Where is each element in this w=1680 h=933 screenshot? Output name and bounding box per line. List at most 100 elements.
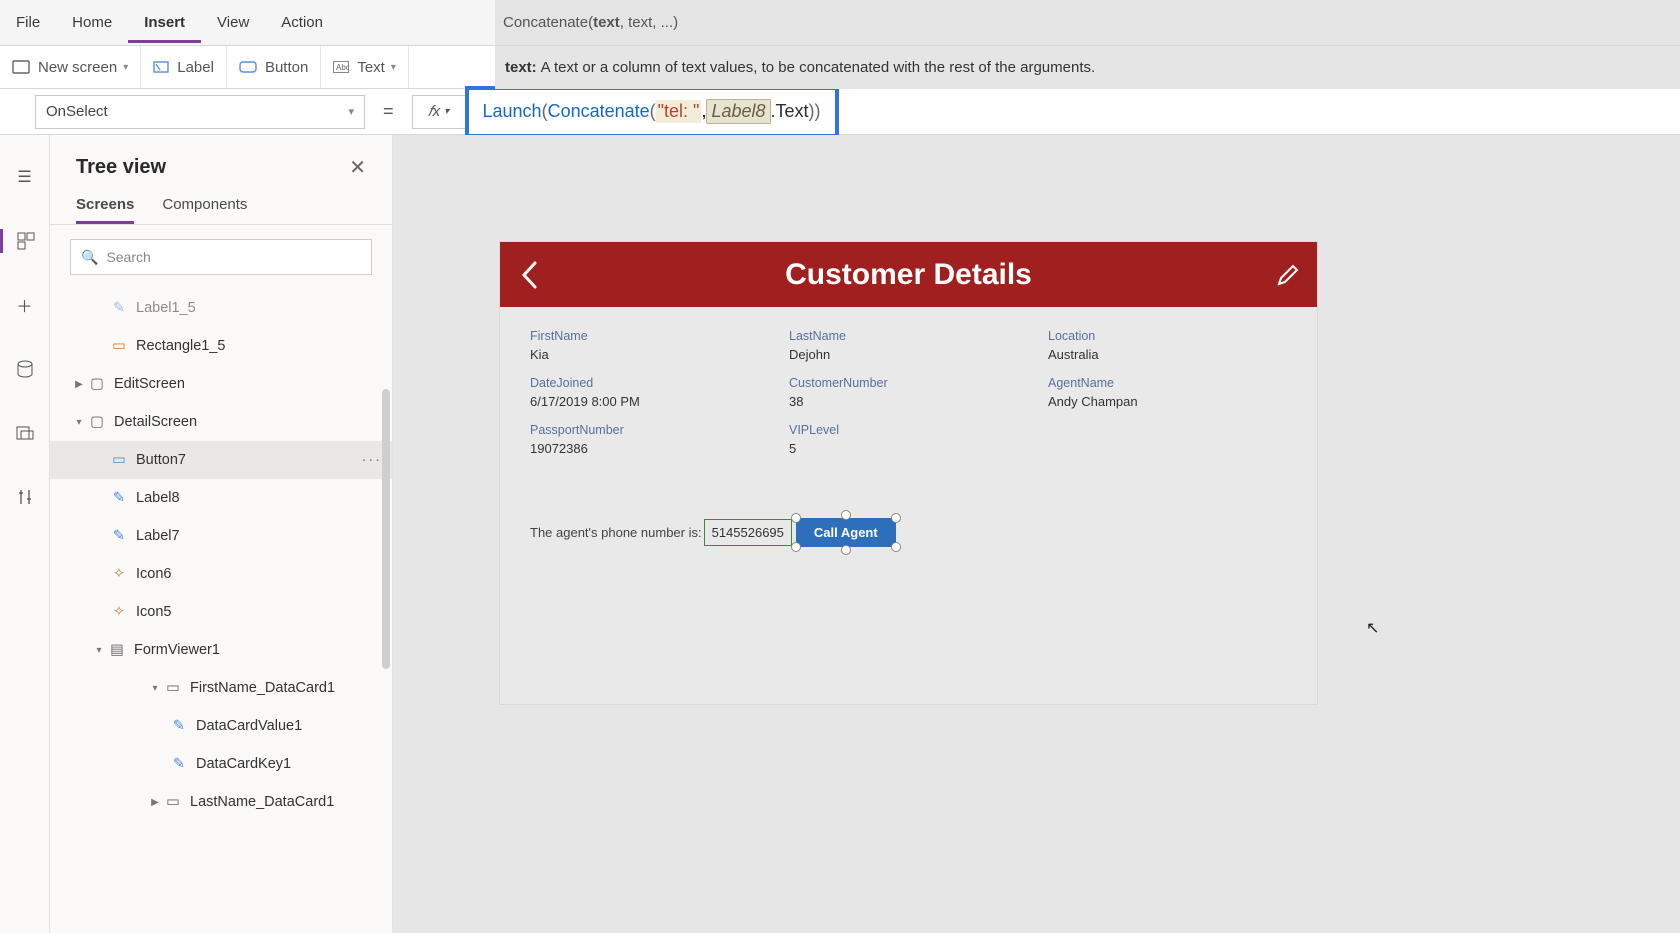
formula-token-prop: .Text [771, 101, 809, 122]
tree-item-detailscreen[interactable]: ▾ ▢ DetailScreen [50, 403, 392, 441]
call-agent-button[interactable]: Call Agent [796, 518, 896, 547]
tree-item-label: FormViewer1 [134, 642, 220, 658]
sig-params-rest: , text, ...) [620, 14, 678, 31]
tree-item-firstname-datacard1[interactable]: ▾ ▭ FirstName_DataCard1 [50, 669, 392, 707]
field-label-viplevel: VIPLevel [789, 419, 1028, 437]
field-label-lastname: LastName [789, 325, 1028, 343]
menu-action[interactable]: Action [265, 2, 339, 43]
equals-sign: = [365, 101, 412, 122]
tree-item-datacardkey1[interactable]: ✎ DataCardKey1 [50, 745, 392, 783]
chevron-down-icon[interactable]: ▾ [70, 417, 88, 428]
edit-icon[interactable] [1259, 262, 1317, 288]
advanced-tools-icon[interactable] [13, 485, 37, 509]
insert-label-button[interactable]: Label [141, 46, 227, 88]
tree-item-label: LastName_DataCard1 [190, 794, 334, 810]
tree-item-label: DataCardKey1 [196, 756, 291, 772]
chevron-down-icon: ▾ [348, 105, 354, 118]
insert-button-text: Button [265, 59, 308, 76]
tree-list[interactable]: ✎ Label1_5 ▭ Rectangle1_5 ▶ ▢ EditScreen… [50, 289, 392, 909]
resize-handle[interactable] [791, 542, 801, 552]
formula-token-string: "tel: " [656, 100, 702, 123]
app-screen: Customer Details FirstName LastName Loca… [500, 242, 1317, 704]
chevron-right-icon[interactable]: ▶ [146, 797, 164, 808]
ribbon: New screen ▾ Label Button Abc Text ▾ [0, 46, 495, 89]
chevron-right-icon[interactable]: ▶ [70, 379, 88, 390]
datacard-icon: ▭ [164, 794, 182, 810]
menu-insert[interactable]: Insert [128, 2, 201, 43]
field-value-datejoined: 6/17/2019 8:00 PM [530, 394, 769, 415]
phone-label: The agent's phone number is: [530, 525, 702, 540]
details-grid: FirstName LastName Location Kia Dejohn A… [530, 325, 1287, 462]
tree-item-label: Button7 [136, 452, 186, 468]
formula-token-ref: Label8 [706, 99, 770, 124]
tree-view-icon[interactable] [0, 229, 50, 253]
button-icon [239, 60, 257, 74]
field-value-viplevel: 5 [789, 441, 1028, 462]
tree-item-lastname-datacard1[interactable]: ▶ ▭ LastName_DataCard1 [50, 783, 392, 821]
resize-handle[interactable] [841, 545, 851, 555]
insert-label-text: Label [177, 59, 214, 76]
tree-item-icon6[interactable]: ✧ Icon6 [50, 555, 392, 593]
formula-token-concat: Concatenate [548, 101, 650, 122]
phone-row: The agent's phone number is: 5145526695 … [530, 518, 1287, 547]
tree-search-input[interactable]: 🔍 Search [70, 239, 372, 275]
insert-text-button[interactable]: Abc Text ▾ [321, 46, 409, 88]
menu-home[interactable]: Home [56, 2, 128, 43]
text-icon: Abc [333, 61, 349, 73]
tree-item-icon5[interactable]: ✧ Icon5 [50, 593, 392, 631]
tab-components[interactable]: Components [162, 196, 247, 224]
icon-icon: ✧ [110, 566, 128, 582]
close-icon[interactable]: ✕ [349, 155, 366, 180]
resize-handle[interactable] [791, 513, 801, 523]
tree-item-datacardvalue1[interactable]: ✎ DataCardValue1 [50, 707, 392, 745]
menu-view[interactable]: View [201, 2, 265, 43]
field-label-agentname: AgentName [1048, 372, 1287, 390]
field-value-lastname: Dejohn [789, 347, 1028, 368]
data-icon[interactable] [13, 357, 37, 381]
tree-item-label: DataCardValue1 [196, 718, 302, 734]
more-icon[interactable]: ··· [362, 452, 383, 468]
parameter-hint: text: A text or a column of text values,… [495, 46, 1680, 89]
scrollbar-thumb[interactable] [382, 389, 390, 669]
fx-button[interactable]: 𝑓x ▾ [412, 95, 469, 129]
resize-handle[interactable] [891, 513, 901, 523]
tree-item-formviewer1[interactable]: ▾ ▤ FormViewer1 [50, 631, 392, 669]
tree-item-label: Rectangle1_5 [136, 338, 226, 354]
search-icon: 🔍 [81, 249, 98, 266]
resize-handle[interactable] [891, 542, 901, 552]
formula-bar[interactable]: Launch(Concatenate("tel: ", Label8.Text)… [465, 86, 839, 138]
formula-token-launch: Launch [483, 101, 542, 122]
tree-item-label8[interactable]: ✎ Label8 [50, 479, 392, 517]
tree-item-editscreen[interactable]: ▶ ▢ EditScreen [50, 365, 392, 403]
resize-handle[interactable] [841, 510, 851, 520]
tree-item-label7[interactable]: ✎ Label7 [50, 517, 392, 555]
new-screen-button[interactable]: New screen ▾ [0, 46, 141, 88]
tree-item-rectangle1-5[interactable]: ▭ Rectangle1_5 [50, 327, 392, 365]
svg-text:Abc: Abc [336, 63, 349, 72]
param-name: text: [505, 59, 537, 76]
insert-icon[interactable]: ＋ [13, 293, 37, 317]
insert-text-label: Text [357, 59, 385, 76]
canvas[interactable]: Customer Details FirstName LastName Loca… [393, 135, 1680, 933]
back-icon[interactable] [500, 260, 558, 290]
tree-item-label: Label7 [136, 528, 180, 544]
insert-button-button[interactable]: Button [227, 46, 321, 88]
icon-icon: ✧ [110, 604, 128, 620]
chevron-down-icon[interactable]: ▾ [146, 683, 164, 694]
call-agent-selection[interactable]: Call Agent [796, 518, 896, 547]
label-icon: ✎ [170, 718, 188, 734]
media-icon[interactable] [13, 421, 37, 445]
hamburger-icon[interactable]: ☰ [13, 165, 37, 189]
formula-hint-area: Concatenate( text , text, ...) [495, 0, 1680, 46]
tree-item-label1-5[interactable]: ✎ Label1_5 [50, 289, 392, 327]
datacard-icon: ▭ [164, 680, 182, 696]
page-title: Customer Details [558, 258, 1259, 292]
tab-screens[interactable]: Screens [76, 196, 134, 224]
tree-item-button7[interactable]: ▭ Button7 ··· [50, 441, 392, 479]
chevron-down-icon[interactable]: ▾ [90, 645, 108, 656]
property-selector[interactable]: OnSelect ▾ [35, 95, 365, 129]
field-label-passport: PassportNumber [530, 419, 769, 437]
chevron-down-icon: ▾ [391, 62, 396, 73]
menu-file[interactable]: File [0, 2, 56, 43]
search-placeholder: Search [106, 249, 150, 265]
